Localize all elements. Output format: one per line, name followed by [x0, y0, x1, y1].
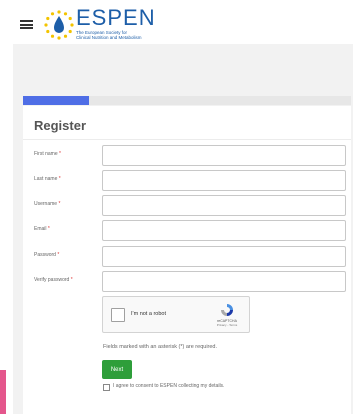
brand-name: ESPEN: [76, 5, 156, 30]
espen-logo[interactable]: ESPEN The European Society for Clinical …: [43, 5, 183, 43]
password-field[interactable]: [102, 246, 346, 267]
recaptcha-icon: [221, 304, 233, 316]
next-button[interactable]: Next: [102, 360, 132, 379]
header: ESPEN The European Society for Clinical …: [13, 0, 353, 44]
required-note: Fields marked with an asterisk (*) are r…: [103, 344, 218, 350]
username-field[interactable]: [102, 195, 346, 216]
first-name-label: First name *: [34, 151, 61, 157]
page: ESPEN The European Society for Clinical …: [13, 0, 353, 414]
recaptcha-label: I'm not a robot: [131, 311, 166, 317]
email-label: Email *: [34, 226, 50, 232]
recaptcha-checkbox[interactable]: [111, 308, 125, 322]
divider: [23, 139, 351, 140]
consent-checkbox[interactable]: [103, 384, 110, 391]
star-circle-icon: [44, 10, 74, 40]
left-rail: [0, 0, 14, 414]
verify-password-label: Verify password *: [34, 277, 73, 283]
username-label: Username *: [34, 201, 61, 207]
recaptcha-widget: I'm not a robot reCAPTCHA Privacy - Term…: [102, 296, 250, 333]
consent-label: I agree to consent to ESPEN collecting m…: [113, 383, 225, 389]
form-title: Register: [34, 118, 87, 133]
hamburger-menu-icon[interactable]: [20, 20, 33, 29]
side-tab[interactable]: [0, 370, 6, 414]
progress-fill: [23, 96, 89, 105]
last-name-label: Last name *: [34, 176, 61, 182]
last-name-field[interactable]: [102, 170, 346, 191]
email-field[interactable]: [102, 220, 346, 241]
verify-password-field[interactable]: [102, 271, 346, 292]
progress-track: [23, 96, 351, 105]
brand-subtitle: The European Society for Clinical Nutrit…: [76, 30, 142, 40]
recaptcha-links[interactable]: Privacy - Terms: [213, 323, 241, 327]
password-label: Password *: [34, 252, 60, 258]
register-card: Register First name * Last name * Userna…: [23, 106, 351, 414]
first-name-field[interactable]: [102, 145, 346, 166]
